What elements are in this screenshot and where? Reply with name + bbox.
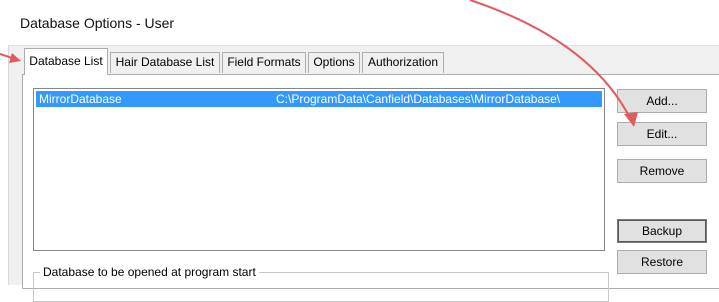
database-options-dialog: Database Options - User Database List Ha… — [0, 0, 719, 302]
restore-button[interactable]: Restore — [617, 250, 707, 274]
title-bar: Database Options - User — [0, 0, 719, 45]
edit-button[interactable]: Edit... — [617, 122, 707, 146]
database-path: C:\ProgramData\Canfield\Databases\Mirror… — [276, 92, 561, 106]
startup-database-group-label: Database to be opened at program start — [40, 264, 259, 280]
tab-hair-database-list[interactable]: Hair Database List — [110, 52, 220, 73]
tab-label: Hair Database List — [115, 55, 215, 69]
backup-button[interactable]: Backup — [617, 219, 707, 243]
tab-database-list[interactable]: Database List — [24, 48, 108, 75]
tab-options[interactable]: Options — [308, 52, 360, 73]
tab-authorization[interactable]: Authorization — [362, 52, 444, 73]
database-list-box[interactable]: MirrorDatabase C:\ProgramData\Canfield\D… — [33, 88, 605, 251]
window-title: Database Options - User — [20, 15, 175, 31]
tab-label: Options — [313, 55, 355, 69]
remove-button[interactable]: Remove — [617, 159, 707, 183]
tab-label: Database List — [29, 54, 103, 68]
tab-label: Authorization — [367, 55, 439, 69]
list-item[interactable]: MirrorDatabase C:\ProgramData\Canfield\D… — [36, 91, 602, 107]
tab-label: Field Formats — [227, 55, 301, 69]
add-button[interactable]: Add... — [617, 89, 707, 113]
database-name: MirrorDatabase — [39, 92, 122, 106]
tab-field-formats[interactable]: Field Formats — [222, 52, 306, 73]
